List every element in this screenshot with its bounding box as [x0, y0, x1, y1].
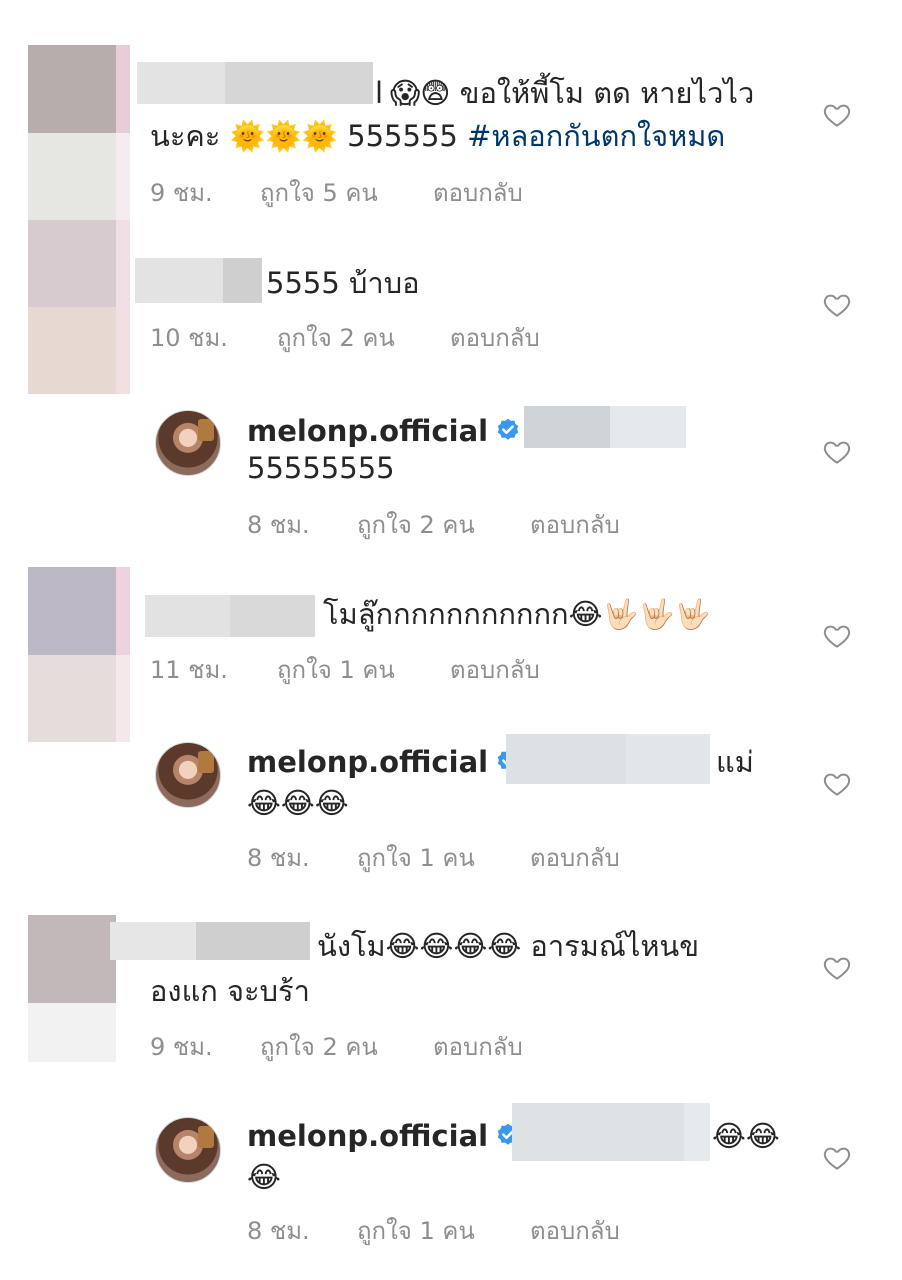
like-count[interactable]: ถูกใจ 2 คน — [277, 318, 395, 357]
comment-text-line1-end: l — [375, 76, 384, 110]
heart-outline-icon[interactable] — [822, 621, 852, 651]
comment-text-line2: องแก จะบร้า — [150, 974, 310, 1008]
mention-redacted[interactable] — [524, 406, 686, 448]
comment-text-line2-body: นะคะ 🌞🌞🌞 555555 — [150, 119, 458, 153]
comment-meta: 11 ชม. ถูกใจ 1 คน ตอบกลับ — [150, 650, 750, 684]
comment-meta: 8 ชม. ถูกใจ 1 คน ตอบกลับ — [247, 1211, 747, 1245]
comment-text: โมลู๊กกกกกกกกกกก😂🤟🏻🤟🏻🤟🏻 — [323, 597, 711, 631]
comment-time: 8 ชม. — [247, 844, 310, 872]
comment-time: 10 ชม. — [150, 324, 228, 352]
comment-text-line1: นังโม😂😂😂😂 อารมณ์ไหนข — [317, 929, 700, 963]
avatar[interactable] — [155, 410, 221, 476]
comment-time: 8 ชม. — [247, 1217, 310, 1245]
commenter-avatar-blurred[interactable] — [28, 45, 130, 220]
like-count[interactable]: ถูกใจ 1 คน — [277, 650, 395, 689]
like-count[interactable]: ถูกใจ 5 คน — [260, 173, 378, 212]
like-count[interactable]: ถูกใจ 1 คน — [357, 838, 475, 877]
username[interactable]: melonp.official — [247, 414, 488, 448]
reply-button[interactable]: ตอบกลับ — [530, 505, 620, 544]
reply-header: melonp.official — [247, 1115, 522, 1157]
reply-button[interactable]: ตอบกลับ — [450, 650, 540, 689]
reply-text-line2: 😂😂😂 — [247, 786, 349, 820]
heart-outline-icon[interactable] — [822, 100, 852, 130]
hashtag-link[interactable]: #หลอกกันตกใจหมด — [467, 119, 725, 153]
reply-header: melonp.official — [247, 741, 522, 783]
like-count[interactable]: ถูกใจ 1 คน — [357, 1211, 475, 1250]
reply-button[interactable]: ตอบกลับ — [433, 173, 523, 212]
heart-outline-icon[interactable] — [822, 437, 852, 467]
username[interactable]: melonp.official — [247, 1119, 488, 1153]
reply-button[interactable]: ตอบกลับ — [433, 1027, 523, 1066]
avatar[interactable] — [155, 742, 221, 808]
username-redacted[interactable] — [110, 922, 310, 960]
commenter-avatar-blurred[interactable] — [28, 220, 130, 394]
reply-button[interactable]: ตอบกลับ — [530, 1211, 620, 1250]
heart-outline-icon[interactable] — [822, 1143, 852, 1173]
reply-text-line2: 😂 — [247, 1160, 281, 1194]
comment-text: 5555 บ้าบอ — [266, 266, 420, 300]
heart-outline-icon[interactable] — [822, 290, 852, 320]
comment-time: 9 ชม. — [150, 1033, 213, 1061]
comment-meta: 9 ชม. ถูกใจ 2 คน ตอบกลับ — [150, 1027, 750, 1061]
reply-header: melonp.official @ — [247, 410, 568, 452]
username-redacted[interactable] — [137, 62, 373, 104]
reply-button[interactable]: ตอบกลับ — [450, 318, 540, 357]
reply-text-end: แม่ — [716, 745, 754, 779]
comment-meta: 8 ชม. ถูกใจ 2 คน ตอบกลับ — [247, 505, 747, 539]
username-redacted[interactable] — [145, 595, 315, 637]
reply-button[interactable]: ตอบกลับ — [530, 838, 620, 877]
avatar[interactable] — [155, 1117, 221, 1183]
heart-outline-icon[interactable] — [822, 769, 852, 799]
username-redacted[interactable] — [135, 258, 262, 303]
like-count[interactable]: ถูกใจ 2 คน — [357, 505, 475, 544]
comment-meta: 10 ชม. ถูกใจ 2 คน ตอบกลับ — [150, 318, 750, 352]
reply-text-end: 😂😂 — [712, 1119, 780, 1153]
comment-time: 8 ชม. — [247, 511, 310, 539]
like-count[interactable]: ถูกใจ 2 คน — [260, 1027, 378, 1066]
comment-meta: 8 ชม. ถูกใจ 1 คน ตอบกลับ — [247, 838, 747, 872]
mention-redacted[interactable] — [512, 1103, 710, 1161]
username[interactable]: melonp.official — [247, 745, 488, 779]
verified-badge-icon — [497, 418, 519, 440]
reply-text: 55555555 — [247, 451, 395, 485]
comment-time: 11 ชม. — [150, 656, 228, 684]
heart-outline-icon[interactable] — [822, 953, 852, 983]
comment-text-line2: นะคะ 🌞🌞🌞 555555 #หลอกกันตกใจหมด — [150, 115, 725, 157]
comment-text-line1: 😱😨 ขอให้พี้โม ตด หายไวไว — [390, 76, 755, 110]
comment-time: 9 ชม. — [150, 179, 213, 207]
comment-meta: 9 ชม. ถูกใจ 5 คน ตอบกลับ — [150, 173, 750, 207]
mention-redacted[interactable] — [506, 734, 710, 784]
commenter-avatar-blurred[interactable] — [28, 567, 130, 742]
